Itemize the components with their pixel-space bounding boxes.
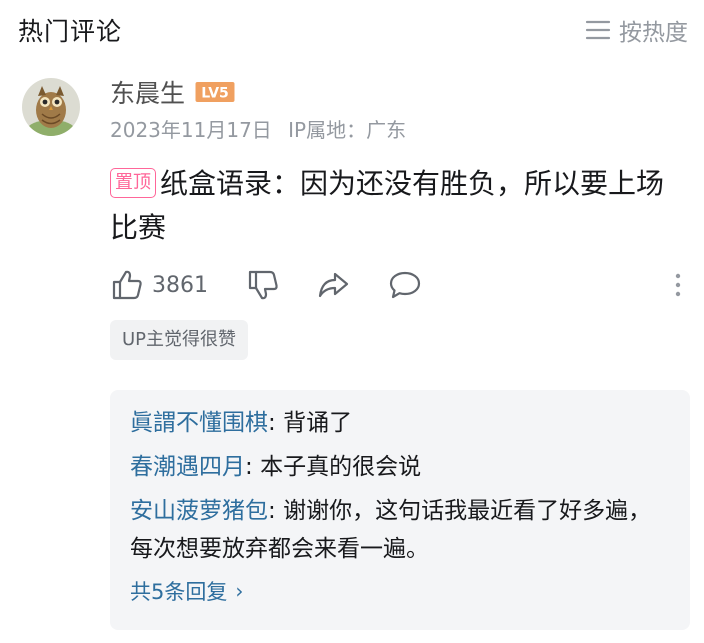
pinned-badge: 置顶 bbox=[110, 168, 156, 198]
sort-button[interactable]: 按热度 bbox=[585, 13, 688, 47]
reply-button[interactable] bbox=[388, 268, 422, 302]
comment-content: 置顶 纸盒语录：因为还没有胜负，所以要上场比赛 bbox=[110, 162, 690, 250]
username-row: 东晨生 LV5 bbox=[110, 74, 235, 110]
sort-label: 按热度 bbox=[619, 20, 688, 46]
reply-text: 本子真的很会说 bbox=[260, 454, 422, 480]
level-5-badge-icon: LV5 bbox=[195, 82, 235, 102]
comment-text: 纸盒语录：因为还没有胜负，所以要上场比赛 bbox=[110, 167, 665, 244]
comments-header: 热门评论 按热度 bbox=[0, 0, 704, 60]
ip-location: IP属地：广东 bbox=[288, 118, 407, 142]
chevron-right-icon: › bbox=[235, 579, 244, 603]
user-avatar[interactable] bbox=[22, 78, 80, 136]
owl-avatar-image bbox=[22, 78, 80, 136]
thumbs-up-icon bbox=[112, 270, 142, 300]
speech-bubble-icon bbox=[389, 271, 421, 299]
level-text: LV5 bbox=[201, 86, 229, 102]
vertical-dots-icon bbox=[675, 273, 681, 297]
reply-separator: : bbox=[245, 454, 261, 480]
comment-actions: 3861 bbox=[110, 266, 690, 304]
like-button[interactable]: 3861 bbox=[110, 268, 208, 302]
section-title: 热门评论 bbox=[18, 17, 123, 46]
reply-username[interactable]: 安山菠萝猪包 bbox=[130, 498, 268, 524]
reply-item[interactable]: 眞謂不懂围棋: 背诵了 bbox=[130, 404, 670, 442]
share-button[interactable] bbox=[316, 268, 350, 302]
reply-item[interactable]: 安山菠萝猪包: 谢谢你，这句话我最近看了好多遍，每次想要放弃都会来看一遍。 bbox=[130, 492, 670, 568]
view-all-replies-link[interactable]: 共5条回复 › bbox=[130, 576, 243, 606]
dislike-button[interactable] bbox=[246, 268, 280, 302]
comment-meta: 2023年11月17日 IP属地：广东 bbox=[110, 114, 416, 143]
up-liked-tag: UP主觉得很赞 bbox=[110, 320, 249, 360]
like-count: 3861 bbox=[152, 272, 208, 298]
view-all-label: 共5条回复 bbox=[130, 580, 228, 604]
username[interactable]: 东晨生 bbox=[110, 74, 185, 110]
reply-item[interactable]: 春潮遇四月: 本子真的很会说 bbox=[130, 448, 670, 486]
share-arrow-icon bbox=[318, 272, 349, 298]
reply-text: 背诵了 bbox=[283, 410, 353, 436]
reply-username[interactable]: 春潮遇四月 bbox=[130, 454, 245, 480]
comment-date: 2023年11月17日 bbox=[110, 118, 272, 142]
replies-panel: 眞謂不懂围棋: 背诵了 春潮遇四月: 本子真的很会说 安山菠萝猪包: 谢谢你，这… bbox=[110, 390, 690, 630]
thumbs-down-icon bbox=[248, 270, 278, 300]
reply-separator: : bbox=[268, 498, 284, 524]
more-options-button[interactable] bbox=[672, 270, 684, 304]
reply-separator: : bbox=[268, 410, 284, 436]
list-lines-icon bbox=[585, 20, 611, 40]
reply-username[interactable]: 眞謂不懂围棋 bbox=[130, 410, 268, 436]
